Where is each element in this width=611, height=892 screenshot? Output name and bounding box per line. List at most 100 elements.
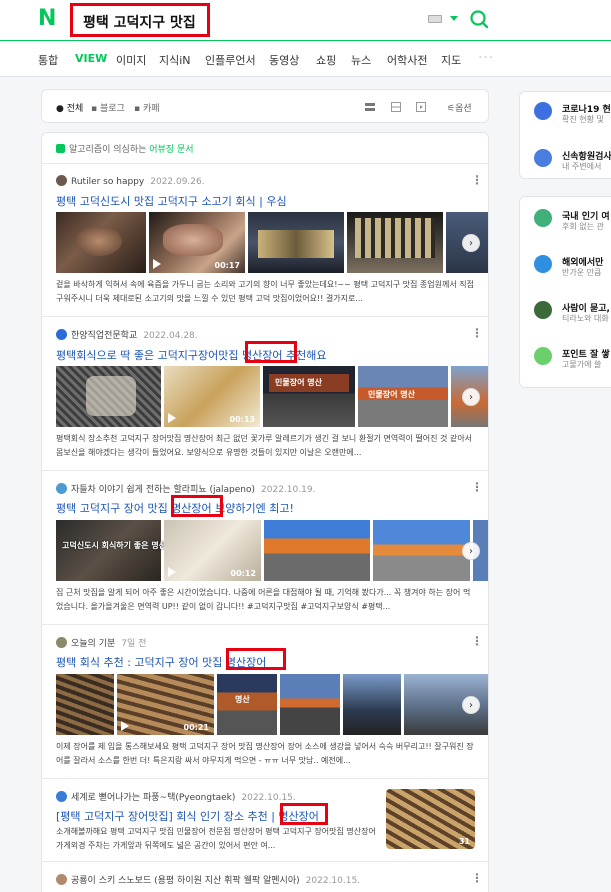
thumbnail[interactable]: 명산 <box>217 674 277 735</box>
author-name: 공룡이 스키 스노보드 (용평 하이원 지산 휘팍 웰팍 알펜시아) <box>71 876 300 886</box>
thumbnail[interactable] <box>56 674 114 735</box>
thumbnail[interactable] <box>280 674 340 735</box>
search-input[interactable]: 평택 고덕지구 맛집 <box>70 3 210 37</box>
sidebar-item[interactable]: 신속항원검사 내 주변에서 <box>534 149 611 189</box>
thumbnail[interactable] <box>347 212 443 273</box>
more-icon[interactable]: ⋮ <box>471 326 483 340</box>
result-description: 집 근처 맛집을 알게 되어 아주 좋은 시간이었습니다. 나중에 어른을 대접… <box>56 588 471 611</box>
sidebar-item-sub: 고물가에 쓸 <box>562 360 602 369</box>
tab-video[interactable]: 동영상 <box>269 52 299 68</box>
grid-view-icon[interactable] <box>391 102 401 112</box>
result-title[interactable]: 평택 고덕신도시 맛집 고덕지구 소고기 회식 | 우심 <box>56 193 287 209</box>
tab-kin[interactable]: 지식iN <box>159 52 191 68</box>
result-author[interactable]: 세계로 뻗어나가는 파풍~택(Pyeongtaek) 2022.10.15. <box>56 790 296 803</box>
result-author[interactable]: 자들차 이야기 쉽게 전하는 할라피뇨 (jalapeno) 2022.10.19… <box>56 482 315 495</box>
thumbnail[interactable] <box>264 520 370 581</box>
tab-dictionary[interactable]: 어학사전 <box>387 52 427 68</box>
result-thumbnails[interactable]: 고덕신도시 회식하기 좋은 명산장어 00:12 › <box>56 520 488 581</box>
thumbnail[interactable]: 민물장어 명산 <box>358 366 448 427</box>
sidebar-covid: 코로나19 현 확진 현황 및 신속항원검사 내 주변에서 <box>519 91 611 179</box>
abuse-doc-link[interactable]: 어뷰징 문서 <box>149 145 193 155</box>
tab-integrated[interactable]: 통합 <box>38 52 58 68</box>
video-thumbnail[interactable]: 00:21 <box>117 674 214 735</box>
video-duration: 00:21 <box>183 723 209 732</box>
thumbnail[interactable] <box>373 520 470 581</box>
options-button[interactable]: ⚟옵션 <box>447 101 472 114</box>
divider <box>42 316 488 317</box>
search-tabs: 통합 VIEW 이미지 지식iN 인플루언서 동영상 쇼핑 뉴스 어학사전 지도… <box>0 41 611 77</box>
title-text: 평택회식으로 딱 좋은 고덕지구장어맛집 <box>56 349 243 362</box>
next-arrow-icon[interactable]: › <box>462 696 480 714</box>
sidebar-item[interactable]: 해외에서만 반가운 만큼 <box>534 255 611 295</box>
filter-cafe[interactable]: ▪ 카페 <box>134 101 160 114</box>
post-date: 7일 전 <box>121 639 147 649</box>
tab-view[interactable]: VIEW <box>75 52 107 65</box>
result-thumbnails[interactable]: 00:21 명산 › <box>56 674 488 735</box>
thumbnail-caption: 고덕신도시 회식하기 좋은 명산장어 <box>62 541 181 550</box>
thumbnail[interactable] <box>343 674 401 735</box>
thumbnail[interactable]: 고덕신도시 회식하기 좋은 명산장어 <box>56 520 181 581</box>
result-author[interactable]: 공룡이 스키 스노보드 (용평 하이원 지산 휘팍 웰팍 알펜시아) 2022.1… <box>56 873 360 886</box>
sidebar-item-sub: 티라노와 대화 <box>562 314 609 323</box>
result-author[interactable]: 한양직업전문학교 2022.04.28. <box>56 328 198 341</box>
list-view-icon[interactable] <box>365 102 375 112</box>
sidebar-item[interactable]: 사람이 묻고, 티라노와 대화 <box>534 301 611 341</box>
video-thumbnail[interactable]: 00:12 <box>164 520 261 581</box>
result-author[interactable]: 오늘의 기분 7일 전 <box>56 636 146 649</box>
sidebar-item[interactable]: 국내 인기 여 후회 없는 관 <box>534 209 611 249</box>
point-icon <box>534 347 552 365</box>
sidebar-item[interactable]: 코로나19 현 확진 현황 및 <box>534 102 611 142</box>
avatar <box>56 329 67 340</box>
thumbnail[interactable]: 31 <box>386 789 475 849</box>
thumbnail[interactable] <box>248 212 344 273</box>
highlight-box <box>245 341 297 363</box>
storefront-sign: 명산 <box>235 695 250 704</box>
tab-news[interactable]: 뉴스 <box>351 52 371 68</box>
sidebar-item[interactable]: 포인트 잘 쌓 고물가에 쓸 <box>534 347 611 387</box>
next-arrow-icon[interactable]: › <box>462 234 480 252</box>
video-thumbnail[interactable]: 00:17 <box>149 212 245 273</box>
result-title[interactable]: [평택 고덕지구 장어맛집] 회식 인기 장소 추천 | 명산장어 <box>56 808 376 824</box>
filter-blog[interactable]: ▪ 블로그 <box>91 101 125 114</box>
title-text: 보양하기엔 최고! <box>211 502 294 515</box>
search-icon[interactable] <box>469 9 489 29</box>
thumbnail[interactable]: 민물장어 명산 <box>263 366 355 427</box>
more-icon[interactable]: ⋮ <box>471 634 483 648</box>
highlight-box <box>280 803 328 825</box>
post-date: 2022.10.15. <box>241 793 296 803</box>
more-icon[interactable]: ⋮ <box>471 871 483 885</box>
result-description: 평택회식 장소추천 고덕지구 장어맛집 명산장어 최근 없던 꽃가루 알레르기가… <box>56 434 473 457</box>
video-thumbnail[interactable]: 00:13 <box>164 366 260 427</box>
tab-map[interactable]: 지도 <box>441 52 461 68</box>
next-arrow-icon[interactable]: › <box>462 542 480 560</box>
naver-logo[interactable]: N <box>38 8 58 30</box>
post-date: 2022.10.15. <box>305 876 361 886</box>
image-count: 31 <box>458 837 470 846</box>
thumbnail[interactable] <box>56 366 161 427</box>
divider <box>42 470 488 471</box>
result-description: 겉을 바삭하게 익혀서 속에 육즙을 가두니 굽는 소리와 고기의 향이 너무 … <box>56 280 474 303</box>
more-icon[interactable]: ⋮ <box>471 173 483 187</box>
search-query[interactable]: 평택 고덕지구 맛집 <box>83 12 196 32</box>
notice-text: 알고리즘이 의심하는 <box>69 145 150 155</box>
divider <box>42 778 488 779</box>
tab-shopping[interactable]: 쇼핑 <box>316 52 336 68</box>
result-thumbnails[interactable]: 00:13 민물장어 명산 민물장어 명산 › <box>56 366 488 427</box>
result-thumbnails[interactable]: 00:17 › <box>56 212 488 273</box>
filter-bar: ● 전체 ▪ 블로그 ▪ 카페 ⚟옵션 <box>41 89 489 123</box>
search-header: N 평택 고덕지구 맛집 <box>0 0 611 41</box>
next-arrow-icon[interactable]: › <box>462 388 480 406</box>
notice-badge-icon <box>56 144 65 153</box>
result-author[interactable]: Rutiler so happy 2022.09.26. <box>56 175 205 187</box>
tab-influencer[interactable]: 인플루언서 <box>205 52 256 68</box>
tab-image[interactable]: 이미지 <box>116 52 146 68</box>
caret-down-icon[interactable] <box>450 16 458 21</box>
video-view-icon[interactable] <box>416 102 426 112</box>
sidebar-item-sub: 반가운 만큼 <box>562 268 602 277</box>
filter-all[interactable]: ● 전체 <box>56 101 83 114</box>
keyboard-icon[interactable] <box>428 15 442 23</box>
thumbnail[interactable] <box>56 212 146 273</box>
more-tabs-icon[interactable]: ··· <box>478 50 494 66</box>
author-name: Rutiler so happy <box>71 177 145 187</box>
more-icon[interactable]: ⋮ <box>471 480 483 494</box>
